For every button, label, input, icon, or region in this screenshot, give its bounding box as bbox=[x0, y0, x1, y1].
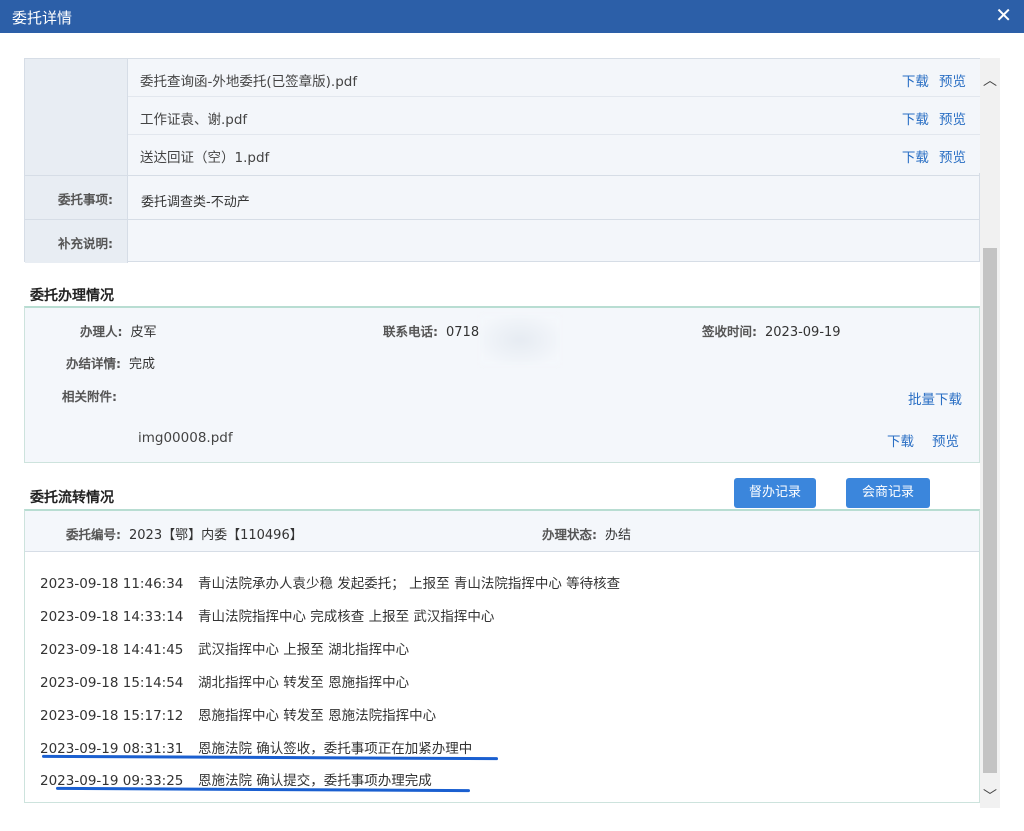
detail-value: 完成 bbox=[129, 357, 156, 372]
attachment-row: 工作证袁、谢.pdf 下载 预览 bbox=[128, 97, 980, 135]
batch-download-link[interactable]: 批量下载 bbox=[908, 388, 962, 408]
preview-link[interactable]: 预览 bbox=[932, 430, 959, 450]
log-text: 恩施指挥中心 转发至 恩施法院指挥中心 bbox=[198, 708, 437, 724]
log-text: 恩施法院 确认提交，委托事项办理完成 bbox=[198, 773, 432, 789]
scroll-down-icon[interactable]: ﹀ bbox=[982, 786, 998, 806]
status-value: 办结 bbox=[605, 528, 632, 543]
sign-time-label: 签收时间: bbox=[702, 324, 757, 339]
log-entry: 2023-09-19 09:33:25 恩施法院 确认提交，委托事项办理完成 bbox=[40, 769, 432, 789]
log-entry: 2023-09-18 14:33:14 青山法院指挥中心 完成核查 上报至 武汉指… bbox=[40, 605, 494, 625]
status-label: 办理状态: bbox=[542, 527, 597, 542]
log-entry: 2023-09-18 15:14:54 湖北指挥中心 转发至 恩施指挥中心 bbox=[40, 671, 409, 691]
preview-link[interactable]: 预览 bbox=[939, 112, 966, 128]
supervise-record-button[interactable]: 督办记录 bbox=[734, 478, 816, 508]
title-bar: 委托详情 ✕ bbox=[0, 0, 1024, 33]
attachment-row: 委托查询函-外地委托(已签章版).pdf 下载 预览 bbox=[128, 59, 980, 97]
log-time: 2023-09-18 11:46:34 bbox=[40, 576, 184, 592]
log-text: 青山法院指挥中心 完成核查 上报至 武汉指挥中心 bbox=[198, 609, 495, 625]
log-text: 湖北指挥中心 转发至 恩施指挥中心 bbox=[198, 675, 410, 691]
handler-label: 办理人: bbox=[80, 324, 123, 339]
log-time: 2023-09-18 15:14:54 bbox=[40, 675, 184, 691]
attachment-name: 委托查询函-外地委托(已签章版).pdf bbox=[140, 74, 358, 90]
close-icon[interactable]: ✕ bbox=[995, 3, 1012, 27]
log-entry: 2023-09-18 15:17:12 恩施指挥中心 转发至 恩施法院指挥中心 bbox=[40, 704, 436, 724]
preview-link[interactable]: 预览 bbox=[939, 150, 966, 166]
phone-value: 0718 bbox=[446, 325, 480, 340]
scrollbar-thumb[interactable] bbox=[983, 248, 997, 773]
attachment-table: 委托查询函-外地委托(已签章版).pdf 下载 预览 工作证袁、谢.pdf 下载… bbox=[24, 58, 980, 263]
scroll-up-icon[interactable]: ︿ bbox=[982, 70, 998, 90]
attach-label: 相关附件: bbox=[62, 389, 117, 404]
supplement-label: 补充说明: bbox=[25, 220, 128, 263]
log-time: 2023-09-18 14:41:45 bbox=[40, 642, 184, 658]
log-text: 恩施法院 确认签收，委托事项正在加紧办理中 bbox=[198, 741, 473, 757]
attachment-label-cell bbox=[25, 59, 128, 175]
log-text: 武汉指挥中心 上报至 湖北指挥中心 bbox=[198, 642, 410, 658]
matter-value: 委托调查类-不动产 bbox=[141, 195, 250, 210]
number-label: 委托编号: bbox=[66, 527, 121, 542]
handler-field: 办理人: 皮军 bbox=[80, 321, 157, 340]
detail-field: 办结详情: 完成 bbox=[66, 353, 155, 372]
handler-value: 皮军 bbox=[130, 325, 157, 340]
sign-time-field: 签收时间: 2023-09-19 bbox=[702, 321, 841, 340]
matter-row: 委托事项: 委托调查类-不动产 bbox=[25, 175, 980, 219]
sign-time-value: 2023-09-19 bbox=[765, 325, 841, 340]
download-link[interactable]: 下载 bbox=[902, 150, 929, 166]
attachment-name: img00008.pdf bbox=[138, 430, 233, 446]
attachment-row: 送达回证（空）1.pdf 下载 预览 bbox=[128, 135, 980, 173]
download-link[interactable]: 下载 bbox=[902, 74, 929, 90]
number-field: 委托编号: 2023【鄂】内委【110496】 bbox=[66, 524, 303, 543]
attachment-name: 送达回证（空）1.pdf bbox=[140, 150, 270, 166]
redacted-area bbox=[480, 315, 560, 365]
attach-field: 相关附件: bbox=[62, 386, 117, 405]
supplement-row: 补充说明: bbox=[25, 219, 980, 263]
vertical-scrollbar[interactable]: ︿ ﹀ bbox=[980, 58, 1000, 808]
flow-section-title: 委托流转情况 bbox=[30, 490, 114, 506]
log-entry: 2023-09-18 11:46:34 青山法院承办人袁少稳 发起委托； 上报至 … bbox=[40, 572, 620, 592]
log-time: 2023-09-18 14:33:14 bbox=[40, 609, 184, 625]
window-title: 委托详情 bbox=[12, 9, 73, 27]
preview-link[interactable]: 预览 bbox=[939, 74, 966, 90]
download-link[interactable]: 下载 bbox=[887, 430, 914, 450]
attachment-name: 工作证袁、谢.pdf bbox=[140, 112, 248, 128]
matter-label: 委托事项: bbox=[25, 176, 128, 219]
log-time: 2023-09-18 15:17:12 bbox=[40, 708, 184, 724]
download-link[interactable]: 下载 bbox=[902, 112, 929, 128]
log-entry: 2023-09-19 08:31:31 恩施法院 确认签收，委托事项正在加紧办理中 bbox=[40, 737, 472, 757]
consult-record-button[interactable]: 会商记录 bbox=[846, 478, 930, 508]
log-text: 青山法院承办人袁少稳 发起委托； 上报至 青山法院指挥中心 等待核查 bbox=[198, 576, 621, 592]
phone-field: 联系电话: 0718 bbox=[383, 321, 479, 340]
handling-section-title: 委托办理情况 bbox=[30, 288, 114, 304]
status-field: 办理状态: 办结 bbox=[542, 524, 631, 543]
log-entry: 2023-09-18 14:41:45 武汉指挥中心 上报至 湖北指挥中心 bbox=[40, 638, 409, 658]
phone-label: 联系电话: bbox=[383, 324, 438, 339]
detail-label: 办结详情: bbox=[66, 356, 121, 371]
number-value: 2023【鄂】内委【110496】 bbox=[129, 528, 303, 543]
